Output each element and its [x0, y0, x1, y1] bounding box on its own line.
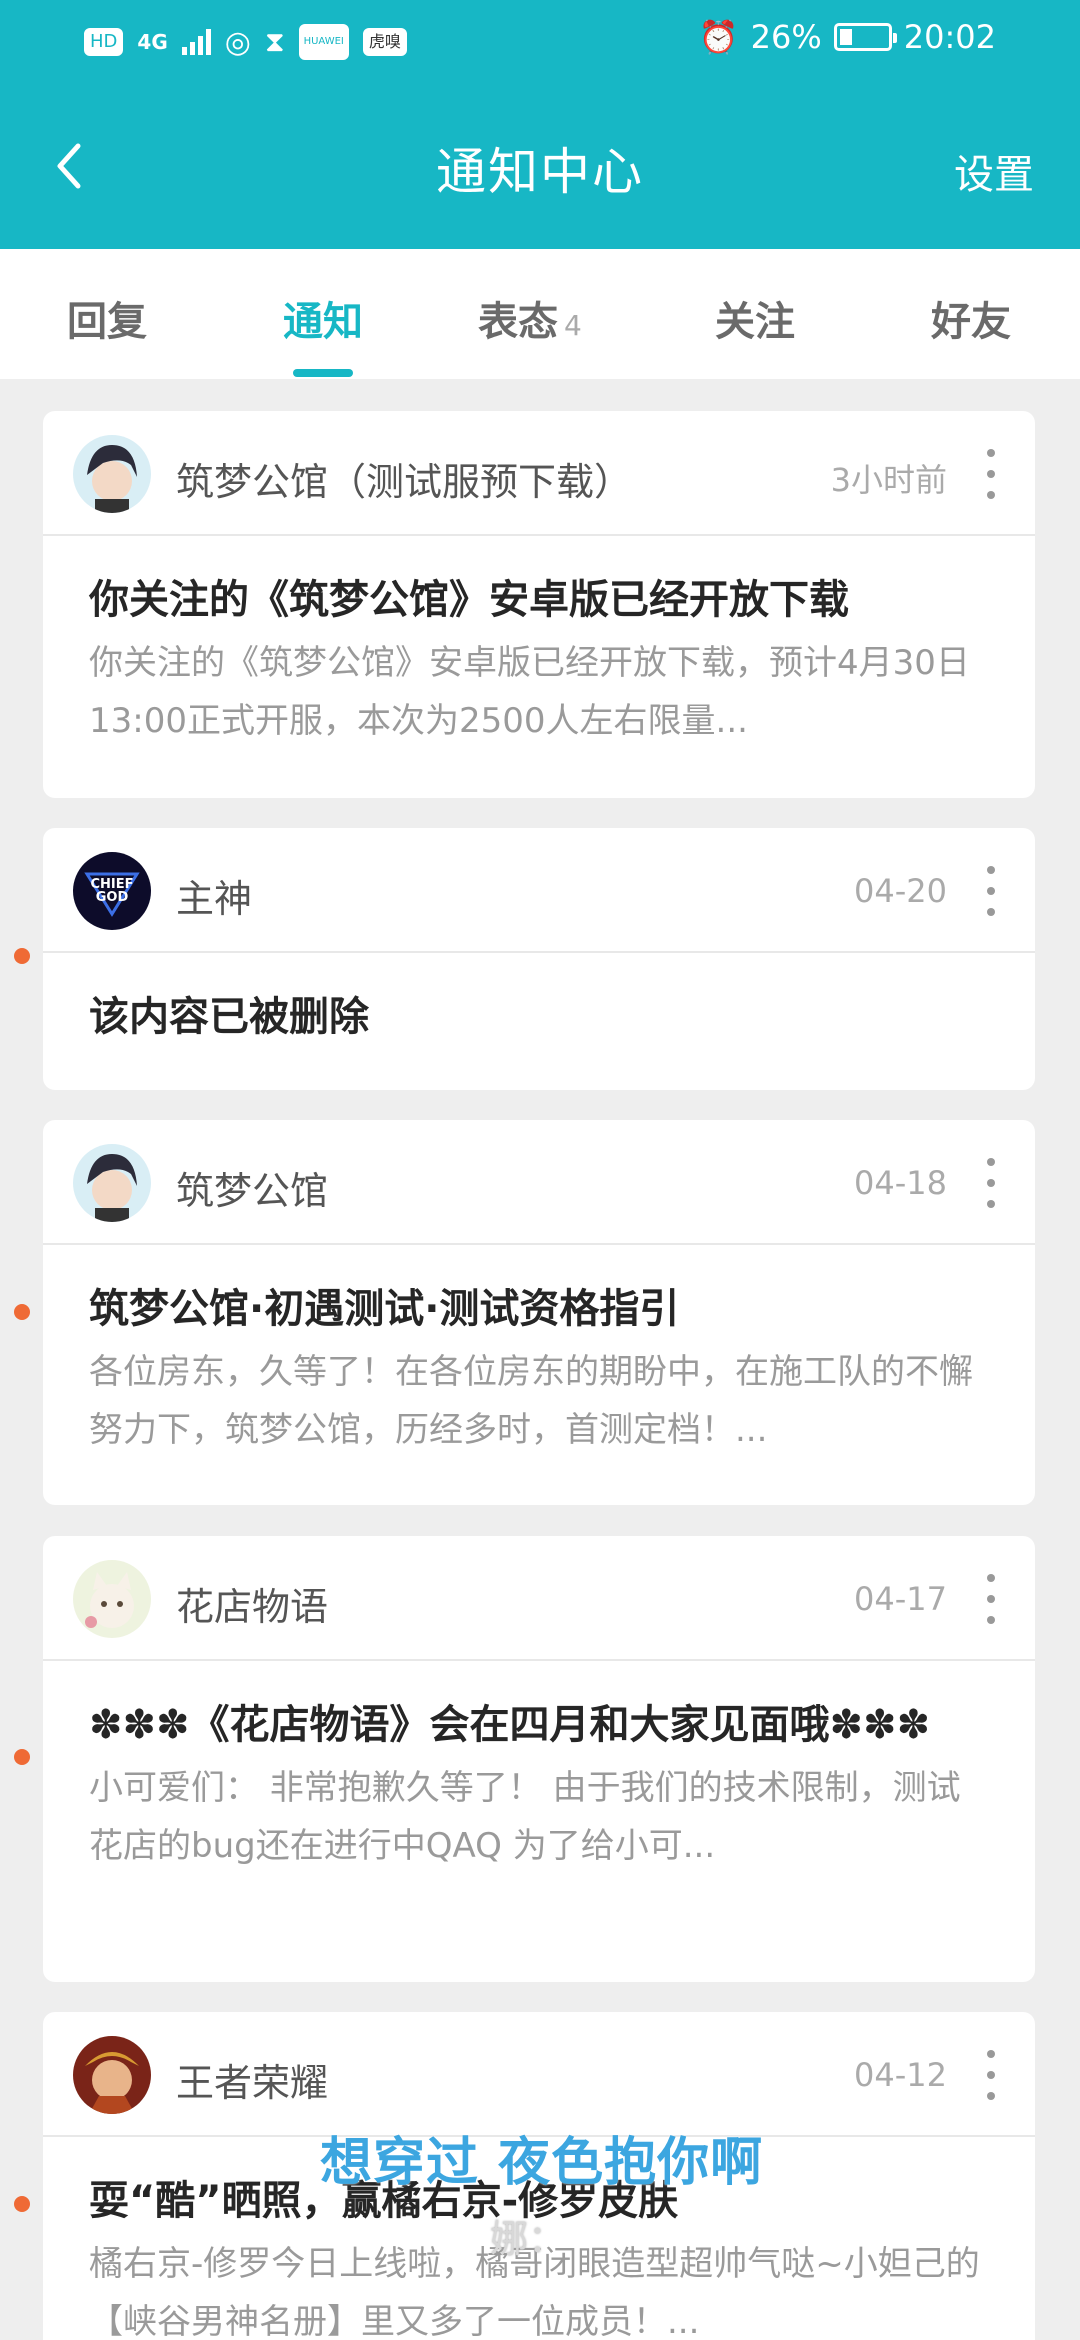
- battery-icon: [833, 23, 897, 51]
- anime-boy-avatar[interactable]: [73, 1144, 151, 1222]
- tab-count-badge: 4: [564, 309, 582, 342]
- card-header: CHIEF GOD 主神 04-20: [43, 828, 1035, 953]
- tab-label: 表态: [478, 299, 558, 345]
- card-header: 筑梦公馆（测试服预下载） 3小时前: [43, 411, 1035, 536]
- notification-card[interactable]: 筑梦公馆 04-18 筑梦公馆·初遇测试·测试资格指引 各位房东，久等了！在各位…: [43, 1120, 1035, 1505]
- notification-card[interactable]: 筑梦公馆（测试服预下载） 3小时前 你关注的《筑梦公馆》安卓版已经开放下载 你关…: [43, 411, 1035, 798]
- more-options-icon[interactable]: [981, 866, 1001, 916]
- author-name[interactable]: 花店物语: [176, 1576, 328, 1631]
- huawei-app-icon: HUAWEI: [298, 24, 349, 60]
- tab-label: 通知: [283, 299, 363, 345]
- more-options-icon[interactable]: [981, 1574, 1001, 1624]
- tab-bar: 回复 通知 表态 4 关注 好友: [0, 249, 1080, 379]
- active-tab-indicator: [293, 369, 353, 377]
- unread-dot: [14, 1749, 30, 1765]
- cat-avatar[interactable]: [73, 1560, 151, 1638]
- notification-excerpt: 各位房东，久等了！在各位房东的期盼中，在施工队的不懈努力下，筑梦公馆，历经多时，…: [89, 1352, 973, 1450]
- unread-dot: [14, 2196, 30, 2212]
- tab-label: 回复: [67, 299, 147, 345]
- card-header: 花店物语 04-17: [43, 1536, 1035, 1661]
- more-options-icon[interactable]: [981, 449, 1001, 499]
- battery-level: [839, 29, 852, 45]
- author-name[interactable]: 筑梦公馆（测试服预下载）: [176, 451, 632, 506]
- battery-percent: 26%: [750, 18, 822, 56]
- author-name[interactable]: 王者荣耀: [176, 2052, 328, 2107]
- overlay-caption: 想穿过 夜色抱你啊: [320, 2133, 764, 2193]
- overlay-subcaption: 娜：: [490, 2217, 567, 2261]
- clock: 20:02: [903, 18, 996, 56]
- notification-headline: 该内容已被删除: [89, 994, 369, 1040]
- tab-notice[interactable]: 通知: [283, 289, 363, 347]
- huya-app-icon: 虎嗅: [362, 28, 407, 56]
- notification-headline: 筑梦公馆·初遇测试·测试资格指引: [89, 1286, 680, 1332]
- timestamp: 04-17: [854, 1580, 947, 1618]
- network-label: 4G: [137, 30, 168, 54]
- more-options-icon[interactable]: [981, 1158, 1001, 1208]
- title-bar: 通知中心 设置: [0, 120, 1080, 210]
- chief-god-avatar[interactable]: CHIEF GOD: [73, 852, 151, 930]
- hourglass-icon: ⧗: [264, 25, 285, 58]
- unread-dot: [14, 948, 30, 964]
- status-bar: HD 4G ◎ ⧗ HUAWEI 虎嗅 ⏰ 26% 20:02: [0, 18, 1080, 66]
- signal-icon: [181, 29, 211, 55]
- anime-boy-avatar[interactable]: [73, 435, 151, 513]
- tab-reply[interactable]: 回复: [67, 289, 147, 347]
- timestamp: 04-12: [854, 2056, 947, 2094]
- card-header: 筑梦公馆 04-18: [43, 1120, 1035, 1245]
- notification-headline: 你关注的《筑梦公馆》安卓版已经开放下载: [89, 577, 849, 623]
- card-header: 王者荣耀 04-12: [43, 2012, 1035, 2137]
- notification-card[interactable]: 花店物语 04-17 ✽✽✽《花店物语》会在四月和大家见面哦✽✽✽ 小可爱们： …: [43, 1536, 1035, 1982]
- tab-label: 关注: [715, 299, 795, 345]
- app-icon: ◎: [224, 24, 251, 60]
- hd-badge: HD: [84, 28, 124, 56]
- timestamp: 3小时前: [830, 461, 947, 499]
- tab-friends[interactable]: 好友: [931, 289, 1011, 347]
- more-options-icon[interactable]: [981, 2050, 1001, 2100]
- notification-excerpt: 你关注的《筑梦公馆》安卓版已经开放下载，预计4月30日13:00正式开服，本次为…: [89, 643, 970, 741]
- honor-of-kings-avatar[interactable]: [73, 2036, 151, 2114]
- tab-follow[interactable]: 关注: [715, 289, 795, 347]
- author-name[interactable]: 主神: [176, 868, 252, 923]
- avatar-text-line-2: GOD: [96, 890, 129, 905]
- author-name[interactable]: 筑梦公馆: [176, 1160, 328, 1215]
- timestamp: 04-18: [854, 1164, 947, 1202]
- settings-button[interactable]: 设置: [954, 142, 1034, 200]
- notification-excerpt: 小可爱们： 非常抱歉久等了！ 由于我们的技术限制，测试花店的bug还在进行中QA…: [89, 1768, 961, 1866]
- unread-dot: [14, 1304, 30, 1320]
- timestamp: 04-20: [854, 872, 947, 910]
- page-title: 通知中心: [436, 143, 644, 201]
- notification-card[interactable]: CHIEF GOD 主神 04-20 该内容已被删除: [43, 828, 1035, 1090]
- notification-headline: ✽✽✽《花店物语》会在四月和大家见面哦✽✽✽: [89, 1702, 931, 1748]
- alarm-icon: ⏰: [698, 18, 739, 56]
- tab-reaction[interactable]: 表态 4: [478, 289, 582, 347]
- tab-label: 好友: [931, 299, 1011, 345]
- app-header: HD 4G ◎ ⧗ HUAWEI 虎嗅 ⏰ 26% 20:02 通知中心 设置: [0, 0, 1080, 249]
